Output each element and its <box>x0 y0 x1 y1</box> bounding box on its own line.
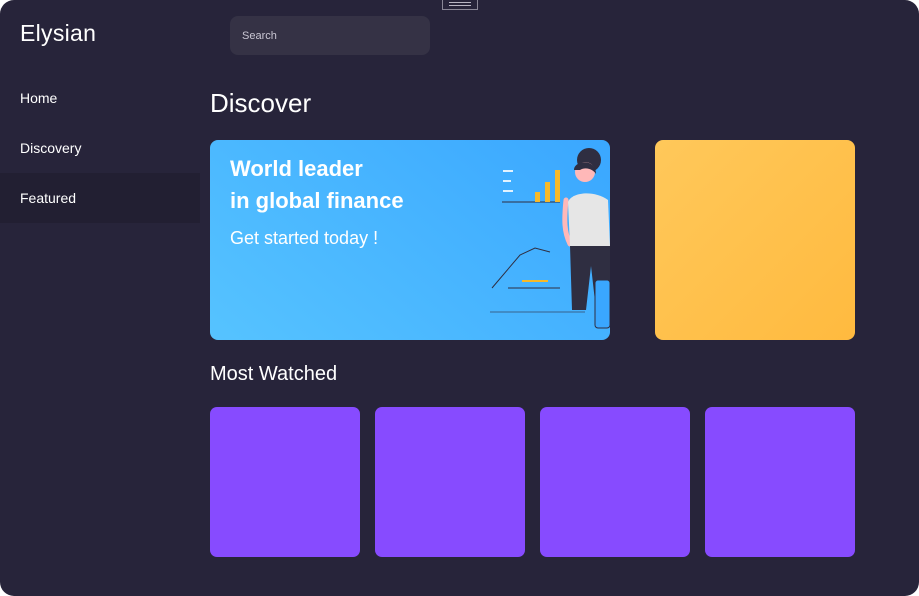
sidebar-item-home[interactable]: Home <box>0 73 200 123</box>
most-watched-tile[interactable] <box>705 407 855 557</box>
chart-dash <box>503 180 511 182</box>
most-watched-tile[interactable] <box>210 407 360 557</box>
chart-dash <box>503 170 513 172</box>
most-watched-title: Most Watched <box>210 363 338 385</box>
tablet-device <box>594 279 610 329</box>
hero-title-line-1: World leader <box>230 156 363 181</box>
app-window: Elysian Home Discovery Featured Discover… <box>0 0 919 596</box>
hero-banner[interactable]: World leader in global finance Get start… <box>210 140 610 340</box>
sidebar-item-label: Home <box>20 90 58 106</box>
graph-accent <box>522 280 548 282</box>
search-box[interactable] <box>230 16 430 55</box>
most-watched-tile[interactable] <box>375 407 525 557</box>
chart-dash <box>503 190 513 192</box>
chart-bar <box>535 192 540 202</box>
most-watched-list <box>210 407 855 557</box>
hero-title-line-2: in global finance <box>230 188 404 213</box>
sidebar-item-discovery[interactable]: Discovery <box>0 123 200 173</box>
sidebar-item-featured[interactable]: Featured <box>0 173 200 223</box>
featured-card[interactable] <box>655 140 855 340</box>
chart-bar <box>545 182 550 202</box>
hero-title: World leader in global finance <box>230 153 404 217</box>
page-title: Discover <box>210 88 312 118</box>
hero-subtitle: Get started today ! <box>230 228 379 248</box>
person-shirt <box>568 193 610 246</box>
chart-bar <box>555 170 560 202</box>
drag-handle-icon[interactable] <box>442 0 478 10</box>
sidebar-item-label: Featured <box>20 190 77 206</box>
search-input[interactable] <box>240 28 424 43</box>
most-watched-tile[interactable] <box>540 407 690 557</box>
finance-illustration <box>490 148 610 329</box>
sidebar-item-label: Discovery <box>20 140 82 156</box>
brand-logo: Elysian <box>20 20 97 46</box>
sidebar-nav: Home Discovery Featured <box>0 73 200 223</box>
